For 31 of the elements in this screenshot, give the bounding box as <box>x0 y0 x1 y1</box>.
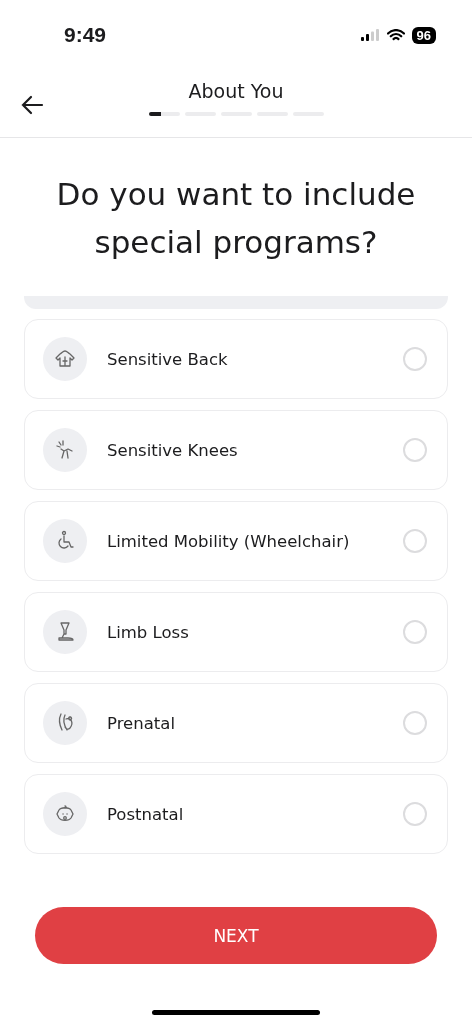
radio-button[interactable] <box>403 711 427 735</box>
option-card[interactable]: Limited Mobility (Wheelchair) <box>24 501 448 581</box>
wifi-icon <box>386 28 405 42</box>
option-card[interactable]: Prenatal <box>24 683 448 763</box>
prosthetic-leg-icon <box>43 610 87 654</box>
option-card[interactable]: Sensitive Knees <box>24 410 448 490</box>
option-card[interactable]: Limb Loss <box>24 592 448 672</box>
baby-face-icon <box>43 792 87 836</box>
status-time: 9:49 <box>64 23 107 47</box>
option-card[interactable]: Sensitive Back <box>24 319 448 399</box>
screen-title: About You <box>188 80 284 102</box>
knee-icon <box>43 428 87 472</box>
option-label: Sensitive Knees <box>107 440 239 460</box>
wheelchair-icon <box>43 519 87 563</box>
question-heading: Do you want to include special programs? <box>55 175 417 262</box>
pregnant-icon <box>43 701 87 745</box>
signal-icon <box>360 29 380 41</box>
next-button[interactable]: NEXT <box>35 907 437 964</box>
option-label: Sensitive Back <box>107 349 229 369</box>
radio-button[interactable] <box>403 529 427 553</box>
option-label: Limited Mobility (Wheelchair) <box>107 531 351 551</box>
back-button[interactable] <box>20 94 44 116</box>
radio-button[interactable] <box>403 802 427 826</box>
radio-button[interactable] <box>403 620 427 644</box>
option-label: Limb Loss <box>107 622 190 642</box>
battery-level: 96 <box>411 26 436 44</box>
radio-button[interactable] <box>403 438 427 462</box>
option-label: Postnatal <box>107 804 185 824</box>
option-label: Prenatal <box>107 713 176 733</box>
option-card[interactable]: Postnatal <box>24 774 448 854</box>
radio-button[interactable] <box>403 347 427 371</box>
